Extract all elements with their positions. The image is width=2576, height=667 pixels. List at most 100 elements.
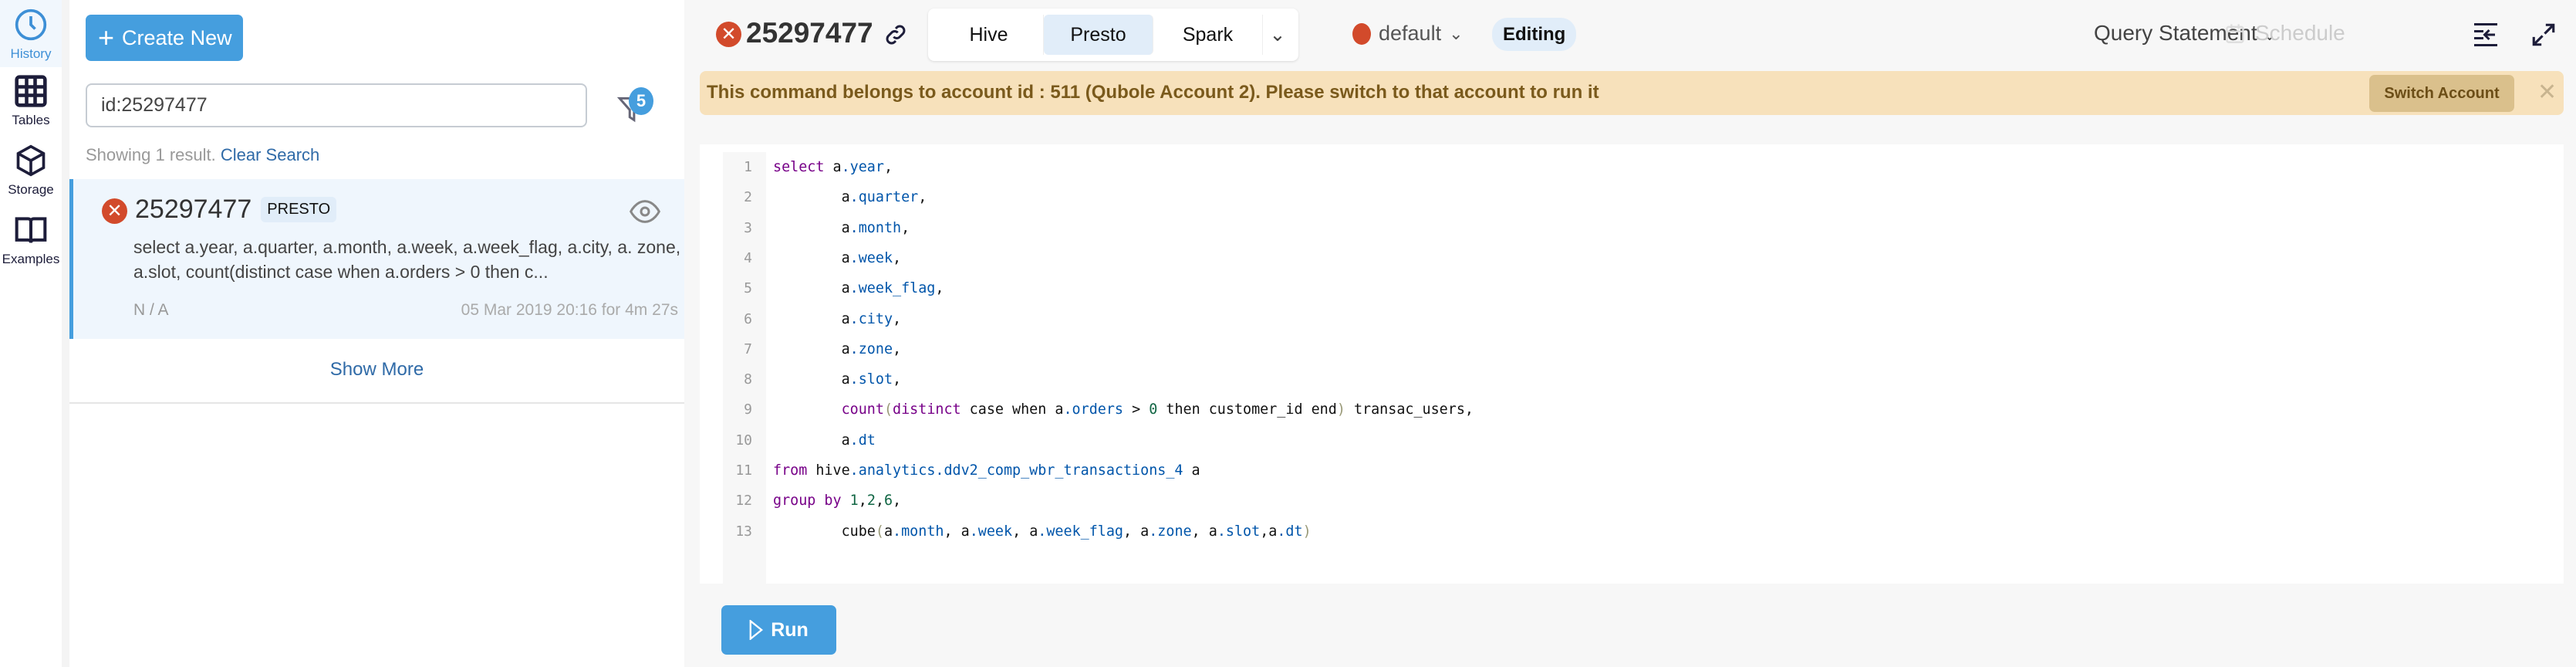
- code-token: a: [824, 159, 842, 175]
- code-editor[interactable]: 1 select a.year, 2 a.quarter, 3 a.month, 4 a…: [700, 144, 2564, 584]
- code-token: ,: [901, 219, 910, 236]
- search-input[interactable]: [86, 83, 587, 127]
- play-icon: [749, 620, 764, 640]
- nav-storage[interactable]: Storage: [0, 144, 62, 198]
- line-number: 3: [744, 219, 752, 236]
- run-button[interactable]: Run: [721, 605, 836, 655]
- code-token: ,: [893, 493, 902, 510]
- code-token: 0: [1149, 401, 1158, 418]
- close-icon[interactable]: ✕: [2537, 79, 2557, 106]
- cluster-name: default: [1379, 22, 1442, 45]
- code-token: ,: [935, 280, 944, 297]
- line-number: 12: [735, 493, 752, 510]
- code-token: .zone: [1149, 523, 1192, 540]
- nav-tables[interactable]: Tables: [0, 74, 62, 128]
- book-icon: [15, 217, 47, 243]
- clear-search-link[interactable]: Clear Search: [221, 145, 319, 164]
- nav-label: Examples: [2, 252, 60, 266]
- code-token: .slot: [1217, 523, 1261, 540]
- code-token: .city: [849, 310, 893, 327]
- code-token: 6: [883, 493, 893, 510]
- line-number: 7: [744, 340, 752, 357]
- line-number: 2: [744, 189, 752, 206]
- code-token: .quarter: [849, 189, 919, 206]
- show-more-link[interactable]: Show More: [69, 359, 684, 381]
- code-token: ): [1302, 523, 1312, 540]
- query-preview: select a.year, a.quarter, a.month, a.wee…: [133, 237, 681, 282]
- schedule-label: Schedule: [2255, 21, 2345, 45]
- code-token: .year: [841, 159, 884, 175]
- expand-icon[interactable]: [2530, 21, 2557, 49]
- divider: [62, 0, 69, 667]
- code-token: a: [773, 280, 850, 297]
- history-item[interactable]: ✕ 25297477 PRESTO select a.year, a.quart…: [69, 179, 684, 339]
- tab-spark[interactable]: Spark: [1153, 15, 1263, 55]
- engine-badge: PRESTO: [261, 197, 337, 222]
- code-token: .week: [849, 249, 893, 266]
- error-status-icon: ✕: [102, 198, 127, 224]
- code-text: a.month,: [773, 213, 910, 243]
- code-token: .dt: [1277, 523, 1303, 540]
- code-token: cube: [773, 523, 876, 540]
- line-number: 13: [735, 523, 752, 540]
- code-token: select: [773, 159, 825, 175]
- code-text: select a.year,: [773, 152, 893, 182]
- code-token: >: [1123, 401, 1150, 418]
- code-token: .orders: [1063, 401, 1123, 418]
- code-text: from hive.analytics.ddv2_comp_wbr_transa…: [773, 455, 1200, 486]
- code-token: then customer_id end: [1157, 401, 1337, 418]
- create-new-button[interactable]: + Create New: [86, 15, 243, 61]
- code-token: 1: [849, 493, 859, 510]
- code-token: , a: [1191, 523, 1217, 540]
- schedule-button[interactable]: Schedule: [2224, 21, 2345, 46]
- collapse-panel-icon[interactable]: [2472, 21, 2500, 49]
- nav-label: History: [10, 46, 52, 61]
- code-token: .slot: [849, 371, 893, 388]
- code-token: ,: [875, 493, 884, 510]
- code-text: a.quarter,: [773, 182, 927, 212]
- code-token: a: [773, 432, 850, 449]
- search-summary: Showing 1 result. Clear Search: [86, 145, 319, 165]
- calendar-icon: [2226, 24, 2244, 43]
- command-id: 25297477: [135, 195, 252, 224]
- code-token: a: [1183, 462, 1200, 479]
- eye-icon[interactable]: [629, 196, 661, 227]
- status-badge: Editing: [1492, 18, 1577, 51]
- tab-hive[interactable]: Hive: [934, 15, 1044, 55]
- code-text: cube(a.month, a.week, a.week_flag, a.zon…: [773, 516, 1312, 547]
- code-token: case when a: [961, 401, 1064, 418]
- more-engines-dropdown[interactable]: ⌄: [1263, 15, 1292, 55]
- switch-account-button[interactable]: Switch Account: [2369, 75, 2514, 112]
- code-token: ,: [883, 159, 893, 175]
- history-panel: + Create New 5 Showing 1 result. Clear S…: [69, 0, 684, 667]
- cluster-selector[interactable]: default ⌄: [1352, 22, 1464, 46]
- line-number: 10: [735, 432, 752, 449]
- link-icon[interactable]: [883, 21, 908, 49]
- line-number: 4: [744, 249, 752, 266]
- line-number: 1: [744, 159, 752, 175]
- code-text: a.city,: [773, 304, 902, 334]
- line-number: 11: [735, 462, 752, 479]
- engine-tabs: Hive Presto Spark ⌄: [928, 8, 1298, 61]
- code-token: .analytics.ddv2_comp_wbr_transactions_4: [849, 462, 1183, 479]
- code-token: ,: [858, 493, 867, 510]
- result-count: Showing 1 result.: [86, 145, 221, 164]
- code-token: .week: [969, 523, 1013, 540]
- code-token: .dt: [849, 432, 876, 449]
- code-token: ,: [893, 310, 902, 327]
- chevron-down-icon: ⌄: [1449, 23, 1464, 43]
- code-text: a.week,: [773, 243, 902, 273]
- banner-message: This command belongs to account id : 511…: [707, 82, 1599, 103]
- code-token: a: [773, 371, 850, 388]
- nav-history[interactable]: History: [0, 0, 62, 67]
- code-token: ,: [893, 340, 902, 357]
- tab-presto[interactable]: Presto: [1044, 15, 1153, 55]
- table-grid-icon: [15, 75, 47, 107]
- code-text: a.slot,: [773, 364, 902, 394]
- nav-examples[interactable]: Examples: [0, 213, 62, 267]
- line-number: 8: [744, 371, 752, 388]
- create-new-label: Create New: [122, 25, 232, 49]
- code-text: count(distinct case when a.orders > 0 th…: [773, 394, 1474, 425]
- command-title: 25297477: [746, 17, 873, 49]
